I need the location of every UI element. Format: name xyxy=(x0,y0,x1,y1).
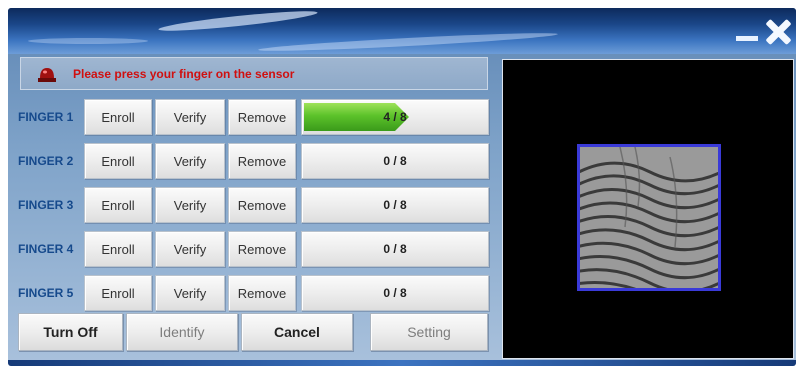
fingerprint-preview xyxy=(502,59,794,359)
title-streak xyxy=(28,38,148,44)
title-streak xyxy=(257,30,559,54)
cancel-button[interactable]: Cancel xyxy=(241,313,353,351)
enroll-progress-bar: 4 / 8 xyxy=(301,99,489,135)
remove-button[interactable]: Remove xyxy=(228,99,296,135)
progress-text: 0 / 8 xyxy=(383,286,407,300)
title-streak xyxy=(157,8,319,35)
verify-button[interactable]: Verify xyxy=(155,187,225,223)
finger-label: FINGER 2 xyxy=(18,154,74,168)
identify-button[interactable]: Identify xyxy=(126,313,238,351)
remove-button[interactable]: Remove xyxy=(228,275,296,311)
verify-button[interactable]: Verify xyxy=(155,99,225,135)
enroll-progress-bar: 0 / 8 xyxy=(301,275,489,311)
title-bar[interactable] xyxy=(8,8,796,54)
progress-text: 0 / 8 xyxy=(383,198,407,212)
turn-off-button[interactable]: Turn Off xyxy=(18,313,123,351)
remove-button[interactable]: Remove xyxy=(228,187,296,223)
verify-button[interactable]: Verify xyxy=(155,275,225,311)
enroll-progress-bar: 0 / 8 xyxy=(301,187,489,223)
enroll-progress-bar: 0 / 8 xyxy=(301,231,489,267)
progress-text: 0 / 8 xyxy=(383,242,407,256)
alarm-light-icon xyxy=(38,68,56,82)
enroll-button[interactable]: Enroll xyxy=(84,187,152,223)
setting-button[interactable]: Setting xyxy=(370,313,488,351)
remove-button[interactable]: Remove xyxy=(228,143,296,179)
finger-label: FINGER 5 xyxy=(18,286,74,300)
status-panel: Please press your finger on the sensor xyxy=(20,57,488,90)
finger-label: FINGER 4 xyxy=(18,242,74,256)
enroll-button[interactable]: Enroll xyxy=(84,275,152,311)
enroll-button[interactable]: Enroll xyxy=(84,99,152,135)
verify-button[interactable]: Verify xyxy=(155,231,225,267)
finger-label: FINGER 1 xyxy=(18,110,74,124)
enroll-button[interactable]: Enroll xyxy=(84,143,152,179)
minimize-icon[interactable] xyxy=(736,36,758,41)
enroll-progress-bar: 0 / 8 xyxy=(301,143,489,179)
enroll-button[interactable]: Enroll xyxy=(84,231,152,267)
progress-text: 0 / 8 xyxy=(383,154,407,168)
close-icon[interactable] xyxy=(764,18,792,46)
fingerprint-pattern xyxy=(580,147,718,288)
progress-text: 4 / 8 xyxy=(383,110,407,124)
bottom-bar xyxy=(8,360,796,366)
verify-button[interactable]: Verify xyxy=(155,143,225,179)
finger-label: FINGER 3 xyxy=(18,198,74,212)
fingerprint-image xyxy=(577,144,721,291)
app-window: Please press your finger on the sensor F… xyxy=(8,8,796,366)
status-message: Please press your finger on the sensor xyxy=(73,67,295,81)
remove-button[interactable]: Remove xyxy=(228,231,296,267)
